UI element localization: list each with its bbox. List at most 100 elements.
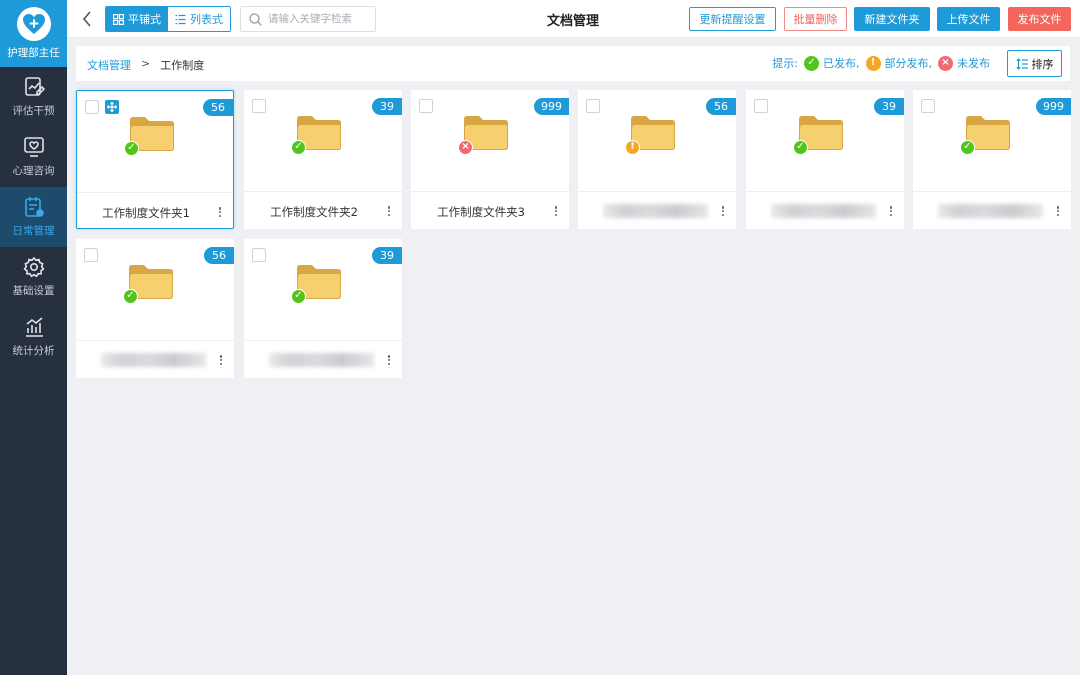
folder-card[interactable]: 56 ✓ bbox=[76, 239, 234, 378]
card-divider bbox=[76, 340, 234, 341]
published-check-icon: ✓ bbox=[124, 139, 139, 156]
folder-checkbox[interactable] bbox=[84, 248, 98, 262]
sidebar-item-label: 统计分析 bbox=[12, 345, 55, 357]
file-count-badge: 56 bbox=[706, 98, 736, 115]
card-divider bbox=[411, 191, 569, 192]
search-box bbox=[240, 6, 376, 32]
sidebar-item-label: 基础设置 bbox=[12, 285, 55, 297]
statistics-icon bbox=[25, 317, 43, 337]
published-check-icon: ✓ bbox=[291, 287, 306, 304]
folder-checkbox[interactable] bbox=[921, 99, 935, 113]
sidebar-item-label: 心理咨询 bbox=[12, 165, 55, 177]
sort-button[interactable]: 排序 bbox=[1007, 50, 1062, 77]
update-reminder-button[interactable]: 更新提醒设置 bbox=[689, 7, 776, 31]
legend-unpublished: 未发布 bbox=[957, 57, 990, 70]
new-folder-button[interactable]: 新建文件夹 bbox=[854, 7, 930, 31]
settings-icon bbox=[22, 256, 45, 278]
card-divider bbox=[913, 191, 1071, 192]
upload-file-button[interactable]: 上传文件 bbox=[937, 7, 1000, 31]
unpublished-cross-icon: × bbox=[458, 138, 473, 155]
published-check-icon: ✓ bbox=[291, 138, 306, 155]
sidebar-item-statistics[interactable]: 统计分析 bbox=[0, 307, 67, 367]
folder-name-redacted bbox=[938, 204, 1043, 218]
file-count-badge: 999 bbox=[1036, 98, 1071, 115]
sidebar-item-label: 评估干预 bbox=[12, 105, 55, 117]
publish-file-button[interactable]: 发布文件 bbox=[1008, 7, 1071, 31]
warning-circle-icon: ! bbox=[865, 55, 881, 71]
folder-checkbox[interactable] bbox=[252, 248, 266, 262]
search-icon bbox=[249, 12, 262, 26]
more-options-icon[interactable] bbox=[218, 352, 224, 368]
file-count-badge: 39 bbox=[372, 247, 402, 264]
sort-icon bbox=[1015, 57, 1028, 70]
batch-delete-button[interactable]: 批量删除 bbox=[784, 7, 847, 31]
folder-checkbox[interactable] bbox=[252, 99, 266, 113]
more-options-icon[interactable] bbox=[553, 203, 559, 219]
folder-card[interactable]: 999 ✓ bbox=[913, 90, 1071, 229]
breadcrumb-separator: > bbox=[141, 57, 151, 70]
folder-name: 工作制度文件夹3 bbox=[437, 205, 525, 219]
more-options-icon[interactable] bbox=[386, 203, 392, 219]
sort-label: 排序 bbox=[1031, 57, 1054, 71]
assessment-icon bbox=[24, 77, 45, 96]
chevron-left-icon bbox=[82, 11, 91, 27]
folder-name: 工作制度文件夹2 bbox=[270, 205, 358, 219]
file-count-badge: 39 bbox=[874, 98, 904, 115]
breadcrumb-current: 工作制度 bbox=[160, 59, 205, 72]
legend-prefix: 提示: bbox=[772, 57, 798, 70]
folder-card[interactable]: 56 ✓ 工作制度文件夹1 bbox=[76, 90, 234, 229]
breadcrumb-root-link[interactable]: 文档管理 bbox=[87, 57, 131, 73]
folder-checkbox[interactable] bbox=[586, 99, 600, 113]
cross-circle-icon: × bbox=[938, 55, 953, 71]
file-count-badge: 39 bbox=[372, 98, 402, 115]
partial-warning-icon: ! bbox=[625, 138, 640, 155]
folder-card[interactable]: 39 ✓ bbox=[746, 90, 904, 229]
more-options-icon[interactable] bbox=[720, 203, 726, 219]
daily-management-icon bbox=[24, 197, 44, 217]
more-options-icon[interactable] bbox=[386, 352, 392, 368]
folder-name: 工作制度文件夹1 bbox=[102, 206, 190, 220]
tile-view-label: 平铺式 bbox=[128, 13, 161, 26]
folder-checkbox[interactable] bbox=[85, 100, 99, 114]
sidebar-item-assessment[interactable]: 评估干预 bbox=[0, 67, 67, 127]
sidebar-item-label: 日常管理 bbox=[12, 225, 55, 237]
list-view-label: 列表式 bbox=[190, 13, 223, 26]
card-divider bbox=[77, 192, 233, 193]
sidebar-item-counseling[interactable]: 心理咨询 bbox=[0, 127, 67, 187]
legend-partial: 部分发布, bbox=[884, 57, 933, 70]
breadcrumb: 文档管理 > 工作制度 bbox=[87, 57, 204, 73]
top-toolbar: 平铺式 列表式 文档管理 更新提醒设置 批量删除 新建文件夹 上传文件 发布文件 bbox=[67, 0, 1080, 38]
list-icon bbox=[175, 14, 186, 24]
folder-card[interactable]: 999 × 工作制度文件夹3 bbox=[411, 90, 569, 229]
more-options-icon[interactable] bbox=[888, 203, 894, 219]
card-divider bbox=[244, 191, 402, 192]
more-options-icon[interactable] bbox=[1055, 203, 1061, 219]
brand: 护理部主任 bbox=[0, 0, 67, 67]
more-options-icon[interactable] bbox=[217, 204, 223, 220]
folder-card[interactable]: 39 ✓ bbox=[244, 239, 402, 378]
folder-checkbox[interactable] bbox=[754, 99, 768, 113]
file-count-badge: 56 bbox=[203, 99, 233, 116]
published-check-icon: ✓ bbox=[123, 287, 138, 304]
search-input[interactable] bbox=[268, 13, 368, 25]
folder-card[interactable]: 56 ! bbox=[578, 90, 736, 229]
status-legend: 提示: ✓ 已发布, ! 部分发布, × 未发布 bbox=[772, 55, 992, 71]
counseling-icon bbox=[23, 137, 44, 157]
sidebar-item-settings[interactable]: 基础设置 bbox=[0, 247, 67, 307]
published-check-icon: ✓ bbox=[960, 138, 975, 155]
folder-name-redacted bbox=[603, 204, 708, 218]
sidebar-item-daily-management[interactable]: 日常管理 bbox=[0, 187, 67, 247]
sidebar: 护理部主任 评估干预 心理咨询 日常管理 基础设置 统计分析 bbox=[0, 0, 67, 675]
folder-checkbox[interactable] bbox=[419, 99, 433, 113]
list-view-button[interactable]: 列表式 bbox=[168, 7, 230, 31]
back-button[interactable] bbox=[77, 9, 97, 29]
tile-view-button[interactable]: 平铺式 bbox=[106, 7, 168, 31]
page-title: 文档管理 bbox=[547, 14, 600, 29]
check-circle-icon: ✓ bbox=[804, 55, 819, 71]
folder-name-redacted bbox=[269, 353, 374, 367]
folder-card[interactable]: 39 ✓ 工作制度文件夹2 bbox=[244, 90, 402, 229]
drag-move-icon[interactable] bbox=[105, 100, 119, 114]
file-count-badge: 56 bbox=[204, 247, 234, 264]
view-toggle: 平铺式 列表式 bbox=[105, 6, 231, 32]
folder-name-redacted bbox=[101, 353, 206, 367]
